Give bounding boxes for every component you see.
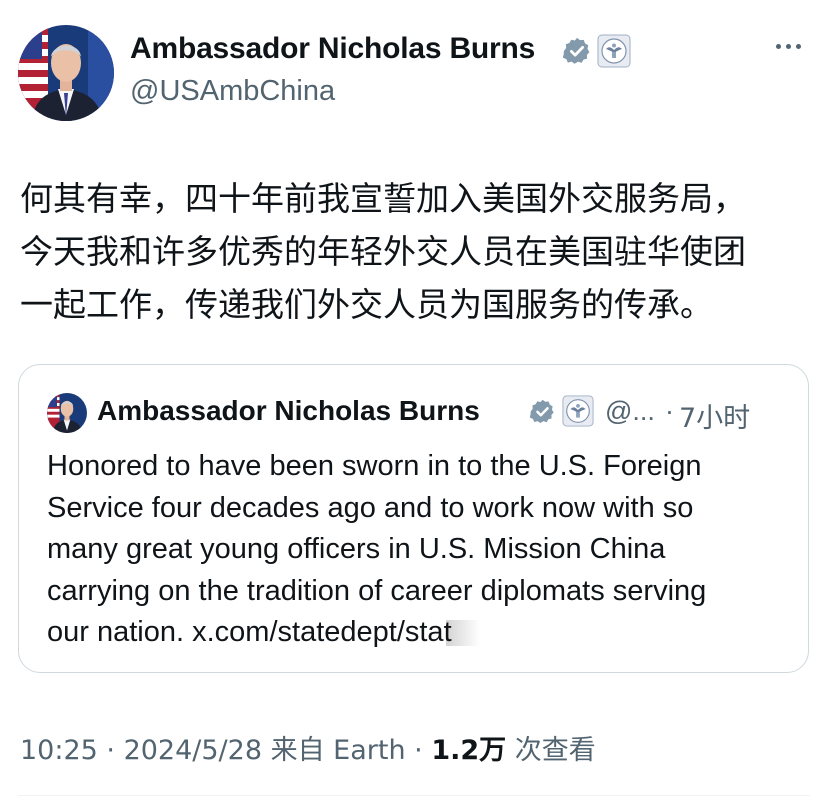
- more-options-icon[interactable]: [776, 36, 808, 56]
- quoted-author-display-name[interactable]: Ambassador Nicholas Burns: [97, 395, 480, 427]
- separator-dot: ·: [97, 735, 124, 766]
- quoted-text-line: many great young officers in U.S. Missio…: [47, 533, 666, 565]
- state-department-seal-icon: [597, 34, 631, 68]
- quoted-text-prefix: our nation.: [47, 616, 193, 648]
- tweet-text: 何其有幸，四十年前我宣誓加入美国外交服务局， 今天我和许多优秀的年轻外交人员在美…: [20, 172, 820, 331]
- author-display-name[interactable]: Ambassador Nicholas Burns: [130, 32, 535, 66]
- verified-badge-icon: [529, 398, 556, 425]
- views-count[interactable]: 1.2万: [431, 735, 506, 766]
- quoted-author-handle[interactable]: @...: [605, 396, 655, 427]
- quoted-text-line: carrying on the tradition of career dipl…: [47, 574, 707, 607]
- views-label: 次查看: [506, 735, 596, 766]
- quoted-text-line: Honored to have been sworn in to the U.S…: [47, 450, 702, 482]
- verified-badge-icon: [562, 36, 592, 66]
- tweet-source: 来自 Earth: [262, 735, 406, 766]
- quoted-text-line-last: our nation. x.com/statedept/stat: [47, 612, 797, 654]
- tweet-time[interactable]: 10:25: [20, 735, 98, 766]
- tweet-text-line: 今天我和许多优秀的年轻外交人员在美国驻华使团: [20, 232, 746, 271]
- tweet-text-line: 何其有幸，四十年前我宣誓加入美国外交服务局，: [20, 179, 746, 218]
- author-avatar[interactable]: [18, 25, 114, 121]
- author-handle[interactable]: @USAmbChina: [130, 75, 335, 108]
- tweet-date[interactable]: 2024/5/28: [124, 735, 262, 766]
- quoted-tweet-card[interactable]: Ambassador Nicholas Burns @... · 7小时 Hon…: [18, 364, 809, 673]
- separator-dot: ·: [405, 735, 432, 766]
- quoted-link[interactable]: x.com/statedept/stat: [192, 616, 452, 648]
- tweet-meta: 10:25 · 2024/5/28 来自 Earth · 1.2万 次查看: [20, 728, 596, 767]
- quoted-tweet-text: Honored to have been sworn in to the U.S…: [47, 446, 797, 654]
- quoted-author-avatar[interactable]: [47, 393, 87, 433]
- divider: [18, 795, 810, 796]
- separator-dot: ·: [665, 396, 674, 426]
- state-department-seal-icon: [562, 395, 594, 427]
- quoted-text-line: Service four decades ago and to work now…: [47, 491, 694, 524]
- tweet-text-line: 一起工作，传递我们外交人员为国服务的传承。: [20, 285, 713, 324]
- quoted-tweet-time[interactable]: 7小时: [679, 396, 750, 435]
